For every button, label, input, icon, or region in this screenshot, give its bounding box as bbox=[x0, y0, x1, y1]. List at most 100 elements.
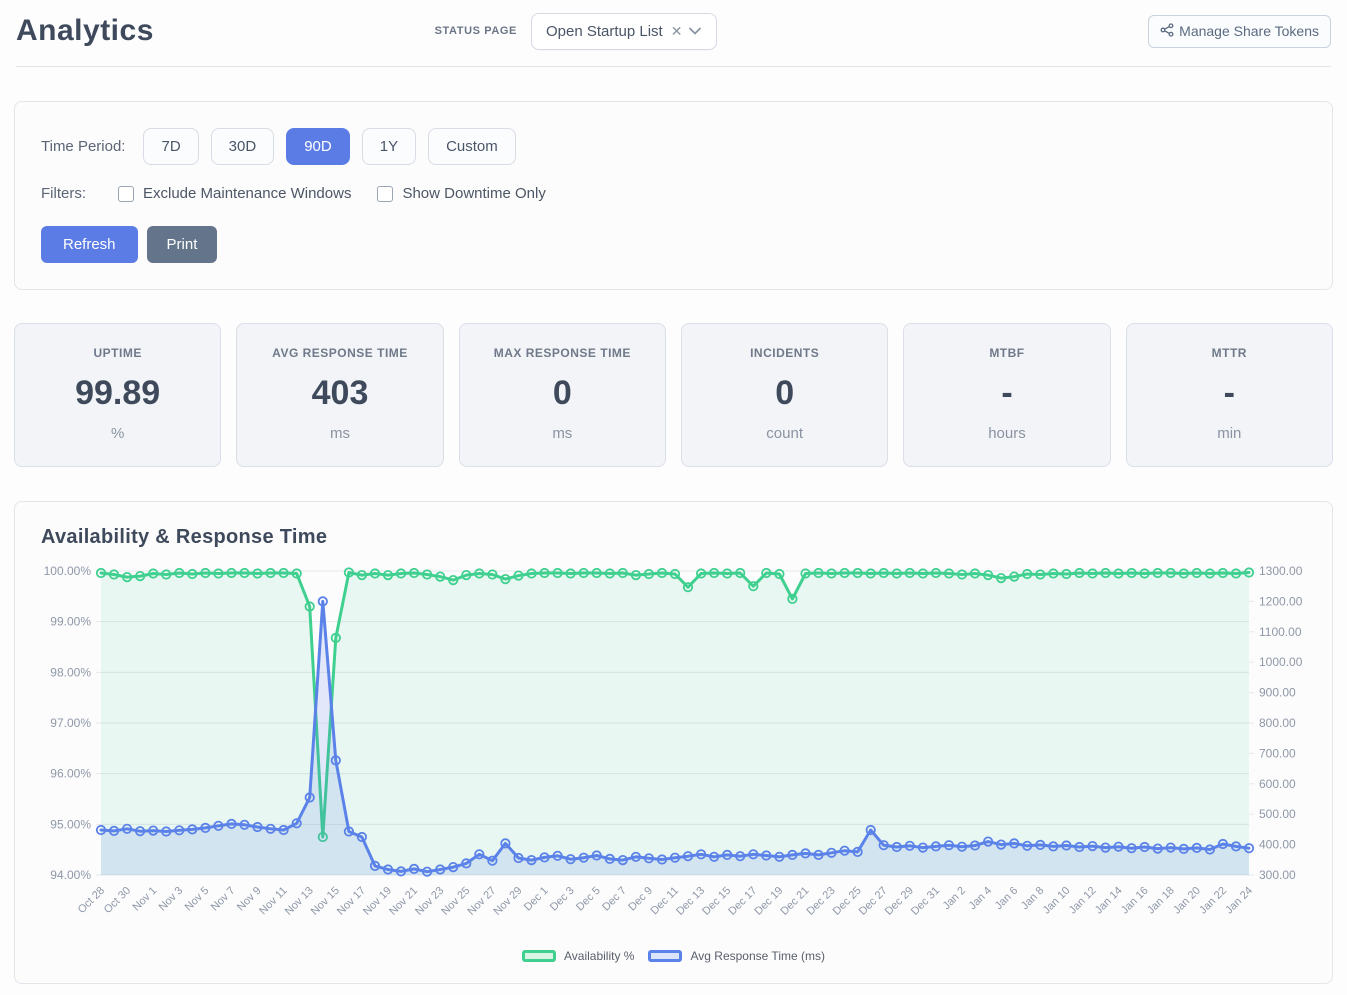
svg-text:Dec 15: Dec 15 bbox=[700, 885, 733, 918]
svg-text:97.00%: 97.00% bbox=[50, 716, 91, 730]
stat-label-incidents: INCIDENTS bbox=[692, 346, 877, 360]
status-page-group: STATUS PAGE Open Startup List ✕ bbox=[435, 13, 718, 50]
print-button[interactable]: Print bbox=[147, 226, 218, 263]
svg-text:Dec 19: Dec 19 bbox=[752, 885, 785, 918]
stat-value-uptime: 99.89 bbox=[25, 374, 210, 413]
stat-unit-avg-response-time: ms bbox=[247, 425, 432, 442]
svg-text:Dec 17: Dec 17 bbox=[726, 885, 759, 918]
availability-response-chart: 100.00%99.00%98.00%97.00%96.00%95.00%94.… bbox=[39, 559, 1308, 947]
svg-text:95.00%: 95.00% bbox=[50, 817, 91, 831]
svg-text:Jan 4: Jan 4 bbox=[967, 885, 995, 913]
svg-text:Nov 15: Nov 15 bbox=[309, 885, 342, 918]
stat-label-max-response-time: MAX RESPONSE TIME bbox=[470, 346, 655, 360]
legend-swatch-availability- bbox=[522, 950, 556, 962]
legend-item-avg-response-time-ms-[interactable]: Avg Response Time (ms) bbox=[648, 949, 825, 963]
time-period-30d[interactable]: 30D bbox=[211, 128, 275, 165]
stat-card-mttr: MTTR-min bbox=[1126, 323, 1333, 467]
time-period-7d[interactable]: 7D bbox=[143, 128, 198, 165]
svg-text:Nov 25: Nov 25 bbox=[439, 885, 472, 918]
status-page-select[interactable]: Open Startup List ✕ bbox=[531, 13, 717, 50]
refresh-button[interactable]: Refresh bbox=[41, 226, 138, 263]
svg-text:Nov 27: Nov 27 bbox=[465, 885, 498, 918]
svg-text:700.00: 700.00 bbox=[1259, 746, 1296, 760]
page-title: Analytics bbox=[16, 14, 154, 48]
stat-card-avg-response-time: AVG RESPONSE TIME 403 ms bbox=[236, 323, 443, 467]
legend-label-avg-response-time-ms-: Avg Response Time (ms) bbox=[690, 949, 825, 963]
svg-text:Dec 5: Dec 5 bbox=[574, 885, 603, 914]
filter-exclude-maintenance-windows: Exclude Maintenance Windows bbox=[118, 185, 351, 202]
svg-text:100.00%: 100.00% bbox=[44, 564, 92, 578]
svg-text:96.00%: 96.00% bbox=[50, 767, 91, 781]
svg-text:500.00: 500.00 bbox=[1259, 807, 1296, 821]
stat-value-mtbf: - bbox=[914, 374, 1099, 413]
stat-label-uptime: UPTIME bbox=[25, 346, 210, 360]
svg-text:Nov 19: Nov 19 bbox=[361, 885, 394, 918]
svg-text:600.00: 600.00 bbox=[1259, 777, 1296, 791]
svg-text:Jan 14: Jan 14 bbox=[1093, 885, 1125, 917]
stat-label-avg-response-time: AVG RESPONSE TIME bbox=[247, 346, 432, 360]
svg-text:Dec 29: Dec 29 bbox=[883, 885, 916, 918]
show-downtime-only-label: Show Downtime Only bbox=[402, 185, 545, 202]
stat-label-mttr: MTTR bbox=[1137, 346, 1322, 360]
svg-text:Dec 25: Dec 25 bbox=[831, 885, 864, 918]
legend-item-availability-[interactable]: Availability % bbox=[522, 949, 634, 963]
stat-label-mtbf: MTBF bbox=[914, 346, 1099, 360]
filter-show-downtime-only: Show Downtime Only bbox=[377, 185, 545, 202]
stat-unit-uptime: % bbox=[25, 425, 210, 442]
svg-text:Jan 2: Jan 2 bbox=[941, 885, 969, 913]
svg-text:300.00: 300.00 bbox=[1259, 868, 1296, 882]
svg-text:Dec 3: Dec 3 bbox=[548, 885, 577, 914]
svg-text:Jan 10: Jan 10 bbox=[1041, 885, 1073, 917]
time-period-custom[interactable]: Custom bbox=[428, 128, 516, 165]
time-period-chips: 7D 30D 90D 1Y Custom bbox=[143, 128, 515, 165]
svg-text:1300.00: 1300.00 bbox=[1259, 564, 1303, 578]
svg-text:Jan 22: Jan 22 bbox=[1197, 885, 1229, 917]
share-icon bbox=[1160, 23, 1174, 40]
chart-panel: Availability & Response Time 100.00%99.0… bbox=[14, 501, 1333, 984]
stat-value-incidents: 0 bbox=[692, 374, 877, 413]
svg-text:Jan 16: Jan 16 bbox=[1119, 885, 1151, 917]
stat-value-avg-response-time: 403 bbox=[247, 374, 432, 413]
time-period-1y[interactable]: 1Y bbox=[362, 128, 416, 165]
stat-unit-incidents: count bbox=[692, 425, 877, 442]
status-page-label: STATUS PAGE bbox=[435, 25, 517, 37]
exclude-maintenance-windows-checkbox[interactable] bbox=[118, 186, 134, 202]
svg-text:Nov 29: Nov 29 bbox=[491, 885, 524, 918]
svg-text:98.00%: 98.00% bbox=[50, 665, 91, 679]
svg-text:Nov 5: Nov 5 bbox=[183, 885, 212, 914]
stat-value-max-response-time: 0 bbox=[470, 374, 655, 413]
chart-title: Availability & Response Time bbox=[41, 526, 1308, 549]
time-period-row: Time Period: 7D30D90D1YCustom bbox=[41, 128, 1306, 165]
svg-text:Jan 18: Jan 18 bbox=[1145, 885, 1177, 917]
time-period-90d[interactable]: 90D bbox=[286, 128, 350, 165]
stat-unit-max-response-time: ms bbox=[470, 425, 655, 442]
svg-text:Dec 23: Dec 23 bbox=[805, 885, 838, 918]
exclude-maintenance-windows-label: Exclude Maintenance Windows bbox=[143, 185, 351, 202]
svg-text:Nov 23: Nov 23 bbox=[413, 885, 446, 918]
svg-text:Nov 21: Nov 21 bbox=[387, 885, 420, 918]
show-downtime-only-checkbox[interactable] bbox=[377, 186, 393, 202]
svg-text:Dec 27: Dec 27 bbox=[857, 885, 890, 918]
svg-text:1100.00: 1100.00 bbox=[1259, 625, 1302, 639]
manage-share-tokens-button[interactable]: Manage Share Tokens bbox=[1148, 15, 1331, 48]
stat-unit-mtbf: hours bbox=[914, 425, 1099, 442]
svg-text:400.00: 400.00 bbox=[1259, 838, 1296, 852]
stat-unit-mttr: min bbox=[1137, 425, 1322, 442]
stats-row: UPTIME 99.89% AVG RESPONSE TIME 403 ms MAX RE… bbox=[14, 323, 1333, 467]
legend-label-availability-: Availability % bbox=[564, 949, 634, 963]
svg-text:Dec 13: Dec 13 bbox=[674, 885, 707, 918]
svg-text:Jan 20: Jan 20 bbox=[1171, 885, 1203, 917]
status-page-selected-value: Open Startup List bbox=[546, 23, 663, 40]
svg-text:Jan 6: Jan 6 bbox=[993, 885, 1021, 913]
manage-share-tokens-label: Manage Share Tokens bbox=[1179, 23, 1319, 39]
svg-text:Dec 21: Dec 21 bbox=[778, 885, 811, 918]
svg-text:Jan 12: Jan 12 bbox=[1067, 885, 1099, 917]
svg-text:900.00: 900.00 bbox=[1259, 686, 1296, 700]
svg-text:Dec 7: Dec 7 bbox=[600, 885, 629, 914]
filter-panel: Time Period: 7D30D90D1YCustom Filters: E… bbox=[14, 101, 1333, 290]
clear-selection-icon[interactable]: ✕ bbox=[671, 23, 683, 40]
svg-text:Nov 7: Nov 7 bbox=[209, 885, 238, 914]
svg-text:1200.00: 1200.00 bbox=[1259, 594, 1303, 608]
svg-text:Nov 1: Nov 1 bbox=[130, 885, 159, 914]
chart-legend: Availability % Avg Response Time (ms) bbox=[39, 949, 1308, 969]
